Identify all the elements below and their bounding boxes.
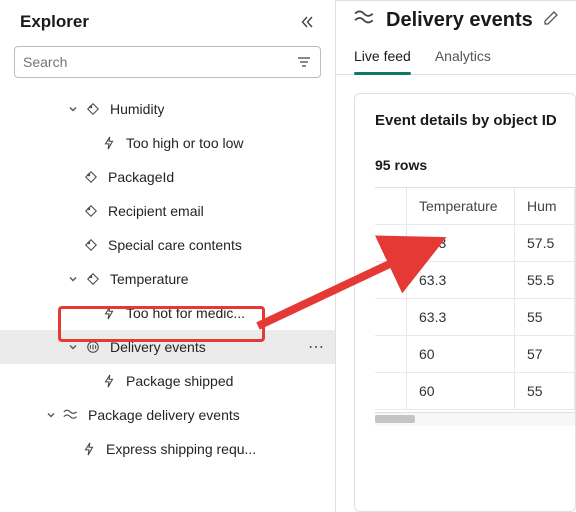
tabs: Live feed Analytics (336, 38, 576, 75)
event-details-card: Event details by object ID 95 rows Tempe… (354, 93, 576, 512)
tag-icon (84, 272, 102, 286)
explorer-sidebar: Explorer Humidity Too high or too low Pa… (0, 0, 336, 512)
tree: Humidity Too high or too low PackageId R… (0, 88, 335, 474)
chevron-down-icon (66, 104, 80, 114)
tree-item-recipient-email[interactable]: Recipient email (0, 194, 335, 228)
tag-icon (82, 238, 100, 252)
edit-title-button[interactable] (543, 10, 559, 31)
tree-item-label: Humidity (110, 101, 164, 117)
more-options-button[interactable]: ⋯ (302, 337, 325, 357)
tree-item-temperature[interactable]: Temperature (0, 262, 335, 296)
tree-item-temperature-rule[interactable]: Too hot for medic... (0, 296, 335, 330)
tree-item-package-delivery-events[interactable]: Package delivery events (0, 398, 335, 432)
tab-live-feed[interactable]: Live feed (354, 42, 411, 74)
cell-hum: 57 (515, 336, 575, 372)
cell-temp: 63.3 (407, 225, 515, 261)
tree-item-delivery-events[interactable]: Delivery events ⋯ (0, 330, 335, 364)
card-title: Event details by object ID (375, 112, 575, 129)
row-count: 95 rows (375, 157, 575, 173)
tree-item-label: Package shipped (126, 373, 233, 389)
tree-item-humidity[interactable]: Humidity (0, 92, 335, 126)
table-row[interactable]: 63.357.5 (375, 225, 575, 262)
tag-icon (82, 170, 100, 184)
stream-icon (354, 9, 376, 32)
main-panel: Delivery events Live feed Analytics Even… (336, 0, 576, 512)
search-box[interactable] (14, 46, 321, 78)
data-table: Temperature Hum 63.357.5 63.355.5 63.355… (375, 187, 575, 410)
tree-item-label: Special care contents (108, 237, 242, 253)
table-header-temperature[interactable]: Temperature (407, 188, 515, 224)
search-input[interactable] (23, 54, 296, 70)
collapse-sidebar-button[interactable] (295, 10, 319, 34)
chevron-down-icon (66, 342, 80, 352)
table-header-humidity[interactable]: Hum (515, 188, 575, 224)
tree-item-label: Delivery events (110, 339, 206, 355)
cell-hum: 55.5 (515, 262, 575, 298)
cell-temp: 63.3 (407, 262, 515, 298)
main-header: Delivery events (336, 1, 576, 38)
tree-item-humidity-rule[interactable]: Too high or too low (0, 126, 335, 160)
cell-temp: 60 (407, 336, 515, 372)
tree-item-special-care[interactable]: Special care contents (0, 228, 335, 262)
lightning-icon (100, 306, 118, 320)
table-header-row: Temperature Hum (375, 188, 575, 225)
cell-temp: 60 (407, 373, 515, 409)
tree-item-package-shipped[interactable]: Package shipped (0, 364, 335, 398)
tree-item-label: Recipient email (108, 203, 204, 219)
sidebar-title: Explorer (20, 12, 89, 32)
table-row[interactable]: 6057 (375, 336, 575, 373)
cell-hum: 55 (515, 299, 575, 335)
tree-scroll[interactable]: Humidity Too high or too low PackageId R… (0, 88, 335, 512)
table-row[interactable]: 6055 (375, 373, 575, 410)
chevron-down-icon (44, 410, 58, 420)
table-row[interactable]: 63.355 (375, 299, 575, 336)
table-row[interactable]: 63.355.5 (375, 262, 575, 299)
table-header-blank (375, 188, 407, 224)
sidebar-header: Explorer (0, 0, 335, 42)
cell-hum: 55 (515, 373, 575, 409)
lightning-icon (100, 136, 118, 150)
tag-icon (84, 102, 102, 116)
scrollbar-thumb[interactable] (375, 415, 415, 423)
tree-item-label: Express shipping requ... (106, 441, 256, 457)
chevron-down-icon (66, 274, 80, 284)
stream-icon (62, 408, 80, 422)
tag-icon (82, 204, 100, 218)
chevron-double-left-icon (299, 14, 315, 30)
cell-hum: 57.5 (515, 225, 575, 261)
event-icon (84, 340, 102, 354)
tree-item-express-shipping[interactable]: Express shipping requ... (0, 432, 335, 466)
pencil-icon (543, 10, 559, 26)
page-title: Delivery events (386, 9, 533, 32)
tree-item-label: Temperature (110, 271, 189, 287)
tree-item-label: Too hot for medic... (126, 305, 245, 321)
tab-analytics[interactable]: Analytics (435, 42, 491, 74)
tree-item-label: PackageId (108, 169, 174, 185)
tree-item-label: Too high or too low (126, 135, 244, 151)
horizontal-scrollbar[interactable]: ◄ (375, 412, 575, 426)
lightning-icon (100, 374, 118, 388)
cell-temp: 63.3 (407, 299, 515, 335)
filter-icon[interactable] (296, 54, 312, 70)
tree-item-label: Package delivery events (88, 407, 240, 423)
search-wrap (0, 42, 335, 88)
tree-item-packageid[interactable]: PackageId (0, 160, 335, 194)
lightning-icon (80, 442, 98, 456)
